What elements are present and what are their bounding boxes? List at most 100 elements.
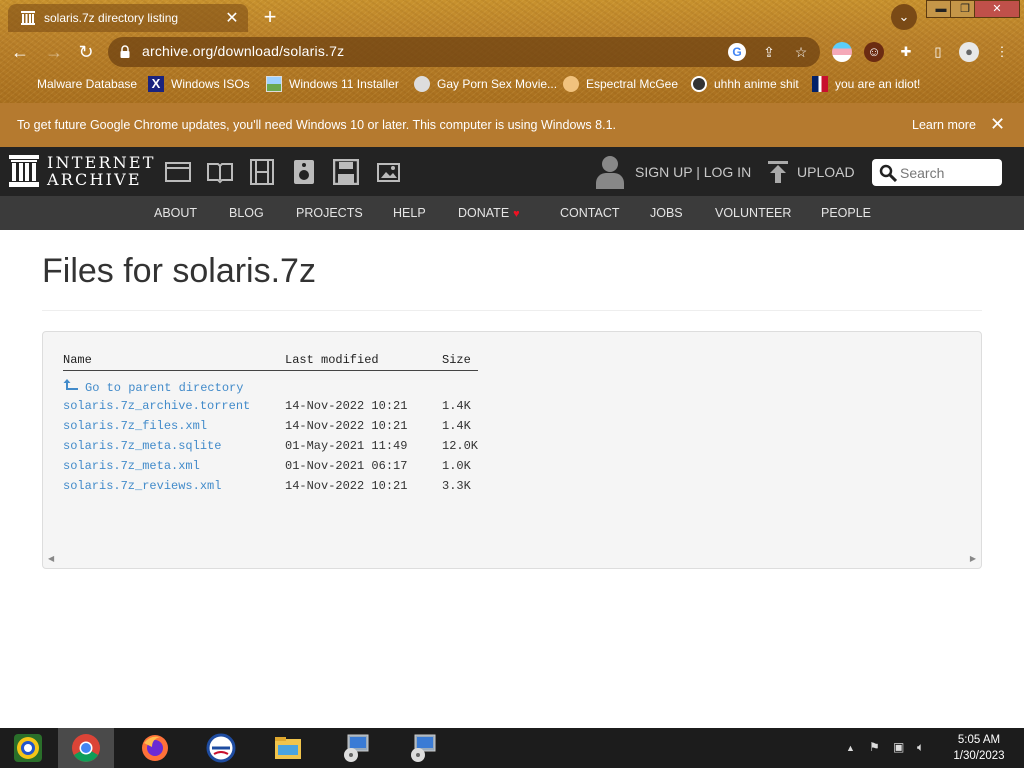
taskbar-app[interactable] [193, 728, 249, 768]
web-icon[interactable] [165, 159, 191, 185]
show-hidden-icons-icon[interactable]: ▲ [846, 743, 855, 753]
table-row: solaris.7z_meta.xml 01-Nov-2021 06:17 1.… [63, 456, 478, 476]
tab-search-button[interactable]: ⌄ [891, 4, 917, 30]
parent-directory-row: Go to parent directory [63, 370, 478, 396]
learn-more-link[interactable]: Learn more [912, 118, 976, 132]
page-title: Files for solaris.7z [42, 252, 316, 290]
bookmark-star-icon[interactable]: ☆ [792, 43, 810, 61]
chrome-icon [72, 734, 100, 762]
avatar-extension-icon[interactable]: ☺ [864, 42, 884, 62]
tab-close-icon[interactable]: ✕ [222, 8, 242, 28]
extensions-puzzle-icon[interactable]: ✚ [896, 42, 916, 62]
share-icon[interactable]: ⇪ [760, 43, 778, 61]
chrome-menu-icon[interactable]: ⋮ [992, 42, 1012, 62]
x-icon: X [148, 76, 164, 92]
reload-button[interactable]: ↻ [74, 40, 98, 64]
taskbar-app[interactable] [394, 728, 450, 768]
system-clock[interactable]: 5:05 AM 1/30/2023 [944, 732, 1014, 764]
bookmark-item[interactable]: Windows 11 Installer [266, 76, 399, 92]
nav-donate[interactable]: DONATE ♥ [458, 206, 520, 220]
bookmark-item[interactable]: Espectral McGee [563, 76, 678, 92]
browser-toolbar: ← → ↻ archive.org/download/solaris.7z G … [0, 36, 1024, 68]
upload-icon[interactable] [768, 161, 788, 183]
taskbar-app[interactable] [327, 728, 383, 768]
search-icon[interactable] [879, 164, 897, 182]
action-center-flag-icon[interactable]: ⚑ [869, 740, 880, 754]
taskbar-app[interactable] [260, 728, 316, 768]
bookmark-item[interactable]: Malware Database [14, 76, 137, 92]
file-link[interactable]: solaris.7z_reviews.xml [63, 479, 221, 493]
scroll-right-icon[interactable]: ▶ [970, 554, 976, 563]
nav-people[interactable]: PEOPLE [821, 206, 871, 220]
file-modified: 01-Nov-2021 06:17 [285, 459, 408, 473]
signup-login-link[interactable]: SIGN UP | LOG IN [635, 164, 751, 180]
file-modified: 14-Nov-2022 10:21 [285, 479, 408, 493]
horizontal-scrollbar[interactable]: ◀ ▶ [45, 552, 979, 566]
file-modified: 14-Nov-2022 10:21 [285, 399, 408, 413]
nav-about[interactable]: ABOUT [154, 206, 197, 220]
new-tab-button[interactable]: + [258, 6, 282, 30]
ia-logo-icon[interactable] [9, 155, 39, 187]
search-input[interactable] [900, 163, 996, 182]
archive-favicon-icon [21, 11, 35, 25]
bookmark-item[interactable]: uhhh anime shit [691, 76, 799, 92]
address-bar[interactable]: archive.org/download/solaris.7z G ⇪ ☆ [108, 37, 820, 67]
software-icon[interactable] [333, 159, 359, 185]
bookmark-item[interactable]: you are an idiot! [812, 76, 920, 92]
column-header-name: Name [63, 352, 285, 371]
ia-wordmark[interactable]: INTERNET ARCHIVE [47, 154, 156, 188]
file-size: 12.0K [442, 439, 479, 453]
side-panel-icon[interactable]: ▯ [928, 42, 948, 62]
window-close-button[interactable]: ✕ [974, 0, 1020, 18]
google-icon[interactable]: G [728, 43, 746, 61]
file-explorer-icon [275, 737, 301, 759]
nav-help[interactable]: HELP [393, 206, 426, 220]
taskbar-app[interactable] [0, 728, 56, 768]
installer-icon [411, 734, 436, 762]
divider [42, 310, 982, 311]
audio-icon[interactable] [291, 159, 317, 185]
nav-contact[interactable]: CONTACT [560, 206, 620, 220]
forward-button[interactable]: → [42, 40, 66, 64]
browser-tab[interactable]: solaris.7z directory listing ✕ [8, 4, 248, 32]
nav-projects[interactable]: PROJECTS [296, 206, 363, 220]
network-icon[interactable]: ▣ [893, 740, 904, 754]
tab-title: solaris.7z directory listing [44, 11, 179, 25]
file-size: 1.4K [442, 419, 471, 433]
infobar-close-icon[interactable]: ✕ [990, 114, 1005, 135]
parent-directory-link[interactable]: Go to parent directory [63, 378, 243, 395]
up-arrow-icon [63, 378, 78, 390]
bookmark-item[interactable]: X Windows ISOs [148, 76, 250, 92]
file-link[interactable]: solaris.7z_archive.torrent [63, 399, 250, 413]
table-row: solaris.7z_files.xml 14-Nov-2022 10:21 1… [63, 416, 478, 436]
face-icon [563, 76, 579, 92]
nav-volunteer[interactable]: VOLUNTEER [715, 206, 791, 220]
nav-blog[interactable]: BLOG [229, 206, 264, 220]
update-infobar: To get future Google Chrome updates, you… [0, 103, 1024, 147]
directory-listing: Name Last modified Size Go to parent dir… [42, 331, 982, 569]
url-text: archive.org/download/solaris.7z [142, 43, 345, 59]
taskbar-app[interactable] [127, 728, 183, 768]
volume-icon[interactable]: 🔈︎ [917, 740, 924, 755]
back-button[interactable]: ← [8, 40, 32, 64]
nav-jobs[interactable]: JOBS [650, 206, 683, 220]
flag-icon [812, 76, 828, 92]
taskbar-app[interactable] [58, 728, 114, 768]
file-size: 1.4K [442, 399, 471, 413]
profile-icon[interactable]: ● [959, 42, 979, 62]
chrome-alt-icon [14, 734, 42, 762]
upload-link[interactable]: UPLOAD [797, 164, 855, 180]
bookmark-item[interactable]: Gay Porn Sex Movie... [414, 76, 557, 92]
images-icon[interactable] [375, 159, 401, 185]
video-icon[interactable] [249, 159, 275, 185]
scroll-left-icon[interactable]: ◀ [48, 554, 54, 563]
heart-icon: ♥ [513, 208, 520, 220]
file-link[interactable]: solaris.7z_files.xml [63, 419, 207, 433]
file-link[interactable]: solaris.7z_meta.xml [63, 459, 200, 473]
texts-icon[interactable] [207, 159, 233, 185]
user-icon[interactable] [596, 155, 624, 189]
clock-time: 5:05 AM [957, 734, 1001, 746]
trans-flag-extension-icon[interactable] [832, 42, 852, 62]
file-modified: 01-May-2021 11:49 [285, 439, 408, 453]
file-link[interactable]: solaris.7z_meta.sqlite [63, 439, 221, 453]
